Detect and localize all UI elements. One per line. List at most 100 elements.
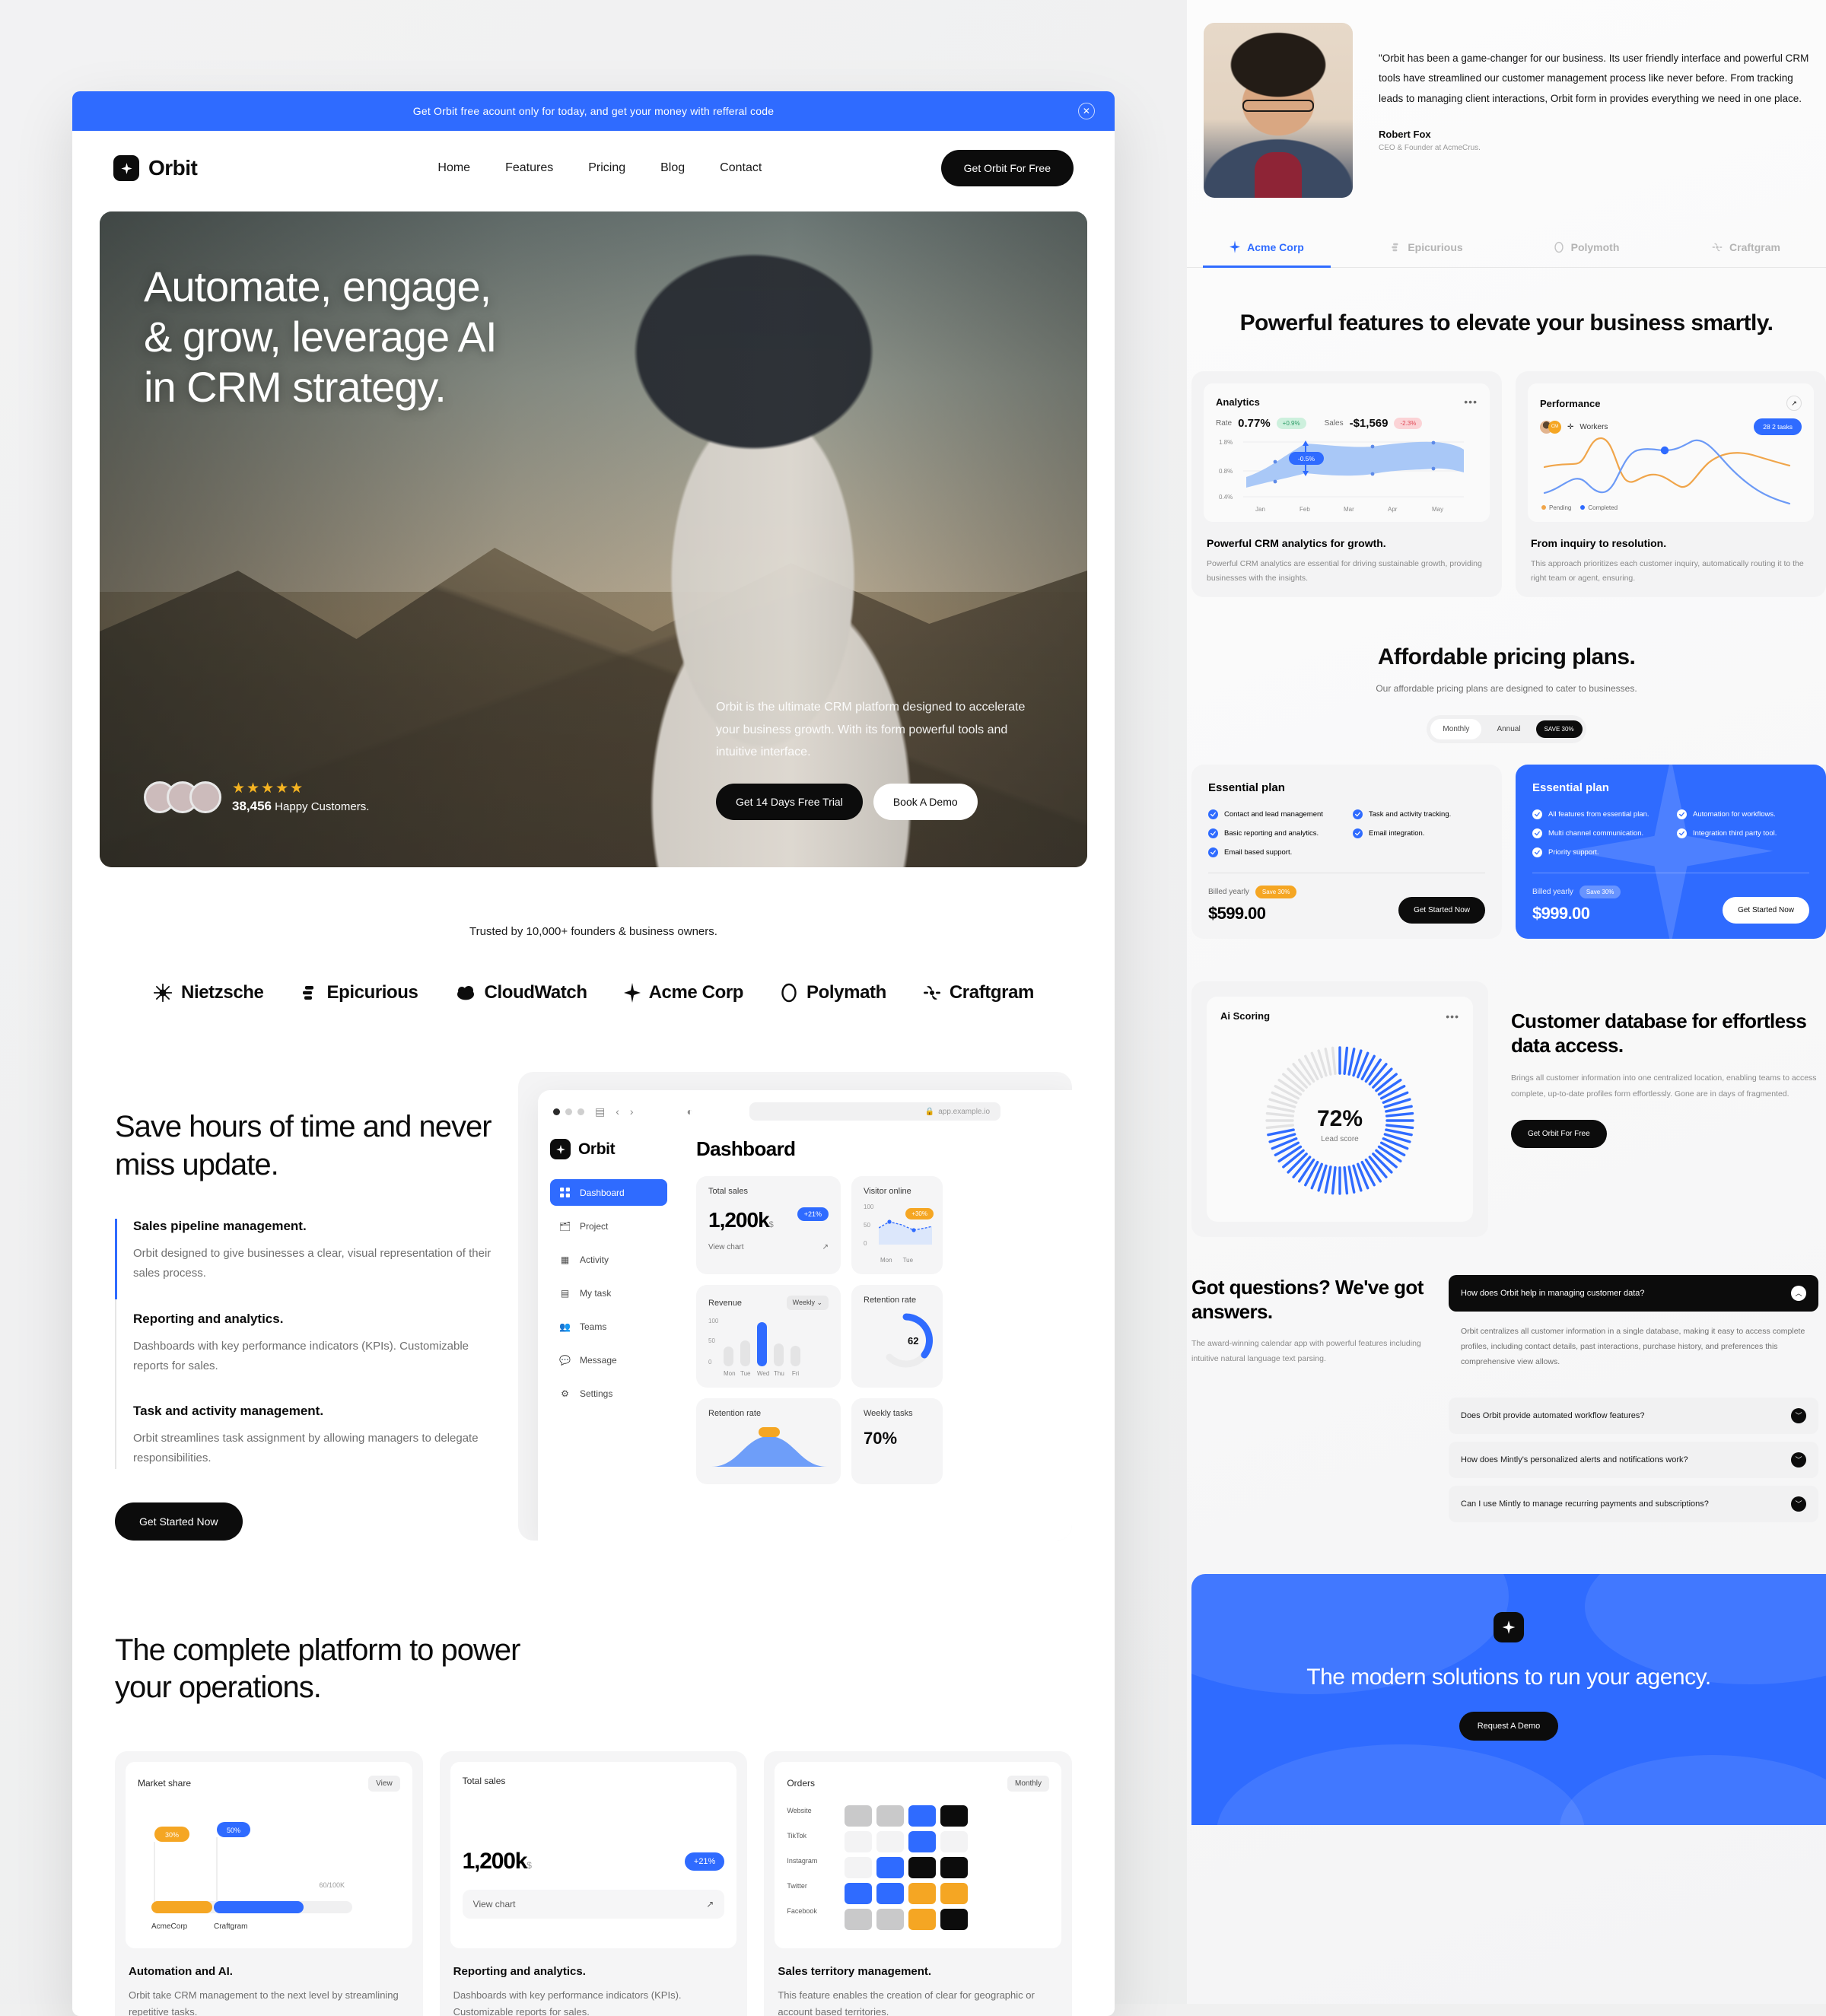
close-icon[interactable]: ✕ — [1078, 103, 1095, 119]
visitor-chart: 100 50 0 +30% — [864, 1202, 934, 1257]
plan-feature: Integration third party tool. — [1677, 828, 1809, 838]
pinwheel-icon — [1712, 243, 1723, 251]
stacked-bars-icon — [1392, 243, 1398, 251]
nav-link-features[interactable]: Features — [505, 161, 553, 175]
faq-answer: Orbit centralizes all customer informati… — [1461, 1326, 1805, 1367]
ai-scoring-panel: Ai Scoring ••• 72% Lead score — [1191, 981, 1488, 1237]
more-icon[interactable]: ••• — [1464, 396, 1478, 408]
cta-heading: The modern solutions to run your agency. — [1306, 1664, 1711, 1690]
tab-polymoth[interactable]: Polymoth — [1506, 229, 1666, 267]
get-started-button[interactable]: Get Started Now — [115, 1502, 243, 1541]
period-select[interactable]: Monthly — [1007, 1775, 1050, 1792]
view-chart-link[interactable]: View chart — [708, 1243, 744, 1251]
plan-price: $999.00 — [1532, 903, 1590, 923]
billing-toggle[interactable]: Monthly Annual SAVE 30% — [1427, 714, 1586, 743]
sidebar-item-settings[interactable]: ⚙ Settings — [550, 1380, 667, 1407]
chevron-down-icon[interactable]: ﹀ — [1791, 1452, 1806, 1467]
document-icon: ▤ — [560, 1287, 570, 1299]
dashboard-page-title: Dashboard — [696, 1137, 796, 1160]
chevron-down-icon[interactable]: ﹀ — [1791, 1496, 1806, 1512]
tab-label: Epicurious — [1408, 240, 1463, 253]
active-indicator — [115, 1219, 117, 1300]
nav-cta-button[interactable]: Get Orbit For Free — [940, 150, 1074, 186]
add-worker-icon[interactable]: ✛ — [1567, 423, 1573, 431]
activity-icon: ▦ — [560, 1254, 570, 1265]
tab-craftgram[interactable]: Craftgram — [1666, 229, 1826, 267]
total-sales-value: 1,200k$ — [708, 1208, 774, 1232]
back-icon[interactable]: ‹ — [616, 1105, 619, 1118]
lead-score-gauge: 72% Lead score — [1265, 1045, 1414, 1195]
pane-title: Analytics — [1216, 396, 1260, 408]
rate-tag: +0.9% — [1276, 418, 1306, 430]
faq-question[interactable]: Can I use Mintly to manage recurring pay… — [1449, 1485, 1818, 1522]
sidebar-item-message[interactable]: 💬 Message — [550, 1347, 667, 1373]
hero-title: Automate, engage, & grow, leverage AI in… — [144, 262, 1043, 412]
chevron-down-icon[interactable]: ﹀ — [1791, 1407, 1806, 1423]
feature-item[interactable]: Reporting and analytics. Dashboards with… — [133, 1312, 495, 1377]
sidebar-item-dashboard[interactable]: Dashboard — [550, 1179, 667, 1206]
free-trial-button[interactable]: Get 14 Days Free Trial — [716, 784, 863, 820]
forward-icon[interactable]: › — [630, 1105, 634, 1118]
testimonial-section: "Orbit has been a game-changer for our b… — [1187, 0, 1826, 198]
book-demo-button[interactable]: Book A Demo — [873, 784, 978, 820]
sidebar-label: My task — [580, 1287, 612, 1299]
bar — [724, 1347, 733, 1366]
card-total-sales: Total sales 1,200k$ +21% View chart ↗ — [696, 1176, 841, 1274]
arrow-up-right-icon[interactable]: ↗ — [706, 1899, 714, 1909]
feature-title: Reporting and analytics. — [133, 1311, 284, 1326]
orders-heatmap: Website TikTok Instagram Twitter Faceboo… — [787, 1805, 1049, 1930]
arrow-up-right-icon[interactable]: ↗ — [822, 1243, 829, 1251]
nav-links: Home Features Pricing Blog Contact — [437, 161, 762, 175]
sidebar-toggle-icon[interactable]: ▤ — [595, 1105, 605, 1118]
view-button[interactable]: View — [368, 1775, 400, 1792]
detail-page-board: "Orbit has been a game-changer for our b… — [1187, 0, 1826, 2004]
request-demo-button[interactable]: Request A Demo — [1459, 1711, 1559, 1741]
sidebar-item-activity[interactable]: ▦ Activity — [550, 1246, 667, 1273]
sidebar-item-project[interactable]: 🗂 Project — [550, 1213, 667, 1239]
toggle-monthly[interactable]: Monthly — [1430, 718, 1482, 739]
toggle-annual[interactable]: Annual — [1484, 719, 1532, 739]
logo-craftgram: Craftgram — [923, 982, 1034, 1003]
faq-question[interactable]: How does Orbit help in managing customer… — [1449, 1274, 1818, 1312]
logo-nietzsche: Nietzsche — [153, 982, 264, 1003]
card-label: Retention rate — [708, 1409, 762, 1418]
y-tick: 0 — [864, 1240, 867, 1247]
plan-name: Essential plan — [1532, 781, 1609, 794]
gauge-value: 72% — [1317, 1106, 1363, 1131]
url-bar[interactable]: 🔒 app.example.io — [749, 1102, 1001, 1121]
nav-link-contact[interactable]: Contact — [720, 161, 762, 175]
sidebar-item-my-task[interactable]: ▤ My task — [550, 1280, 667, 1306]
more-icon[interactable]: ••• — [1446, 1010, 1459, 1022]
get-orbit-free-button[interactable]: Get Orbit For Free — [1511, 1119, 1607, 1148]
logo-label: Acme Corp — [648, 982, 744, 1003]
feature-card-title: From inquiry to resolution. — [1531, 537, 1667, 550]
view-chart-link[interactable]: View chart — [473, 1899, 516, 1909]
feature-item[interactable]: Task and activity management. Orbit stre… — [133, 1404, 495, 1469]
get-started-button[interactable]: Get Started Now — [1723, 896, 1809, 924]
tab-acme-corp[interactable]: Acme Corp — [1187, 228, 1347, 268]
arrow-up-right-icon[interactable]: ↗ — [1786, 396, 1802, 412]
stacked-bars-icon — [303, 986, 314, 1000]
window-controls[interactable] — [553, 1108, 584, 1115]
nav-link-pricing[interactable]: Pricing — [588, 161, 625, 175]
brand-logo[interactable]: Orbit — [113, 155, 198, 181]
orbit-sparkle-icon — [113, 155, 139, 181]
billed-label: Billed yearly — [1208, 887, 1249, 896]
faq-question-text: Can I use Mintly to manage recurring pay… — [1461, 1499, 1709, 1509]
heatmap-cell — [940, 1882, 969, 1904]
nav-link-home[interactable]: Home — [437, 161, 470, 175]
save-badge: Save 30% — [1579, 885, 1621, 898]
svg-text:0.4%: 0.4% — [1219, 494, 1233, 501]
nav-link-blog[interactable]: Blog — [660, 161, 685, 175]
feature-item[interactable]: Sales pipeline management. Orbit designe… — [133, 1219, 495, 1284]
faq-question[interactable]: How does Mintly's personalized alerts an… — [1449, 1441, 1818, 1478]
card-visitor-online: Visitor online 100 50 0 +30% Mon Tue — [851, 1176, 943, 1274]
card-retention-rate: Retention rate 62 — [851, 1285, 943, 1388]
period-select[interactable]: Weekly ⌄ — [786, 1296, 829, 1310]
tab-epicurious[interactable]: Epicurious — [1347, 229, 1506, 267]
logo-label: Nietzsche — [181, 982, 264, 1003]
chevron-up-icon[interactable]: ︿ — [1791, 1285, 1806, 1301]
faq-question[interactable]: Does Orbit provide automated workflow fe… — [1449, 1397, 1818, 1434]
sidebar-item-teams[interactable]: 👥 Teams — [550, 1313, 667, 1340]
get-started-button[interactable]: Get Started Now — [1398, 896, 1485, 924]
